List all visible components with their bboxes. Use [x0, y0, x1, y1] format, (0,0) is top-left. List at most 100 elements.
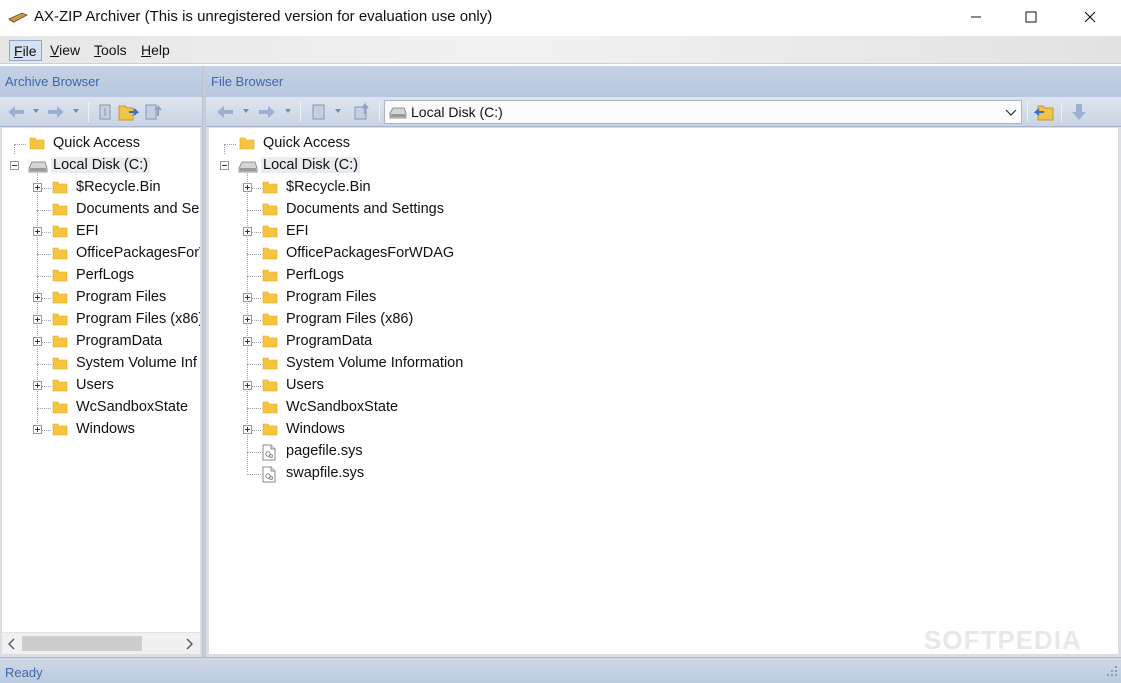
folder-icon	[52, 291, 68, 304]
tree-connector	[247, 474, 261, 475]
folder-icon	[52, 225, 68, 238]
tree-node-label: Program Files (x86)	[76, 311, 200, 327]
file-browser-header: File Browser	[206, 66, 1121, 97]
extract-to-folder-button[interactable]	[117, 101, 139, 123]
tree-node-label: Program Files	[76, 289, 167, 305]
expand-toggle[interactable]	[243, 425, 252, 434]
tree-node-label: EFI	[76, 223, 99, 239]
archive-app-icon	[8, 12, 28, 23]
tree-node-local-disk[interactable]: Local Disk (C:)	[2, 155, 162, 177]
scroll-right-icon[interactable]	[184, 638, 194, 650]
move-down-button[interactable]	[1068, 101, 1090, 123]
minimize-button[interactable]	[953, 0, 999, 34]
tree-connector	[14, 144, 26, 145]
menu-view-label: iew	[59, 42, 81, 58]
forward-button[interactable]	[256, 101, 278, 123]
scroll-left-icon[interactable]	[7, 638, 17, 650]
collapse-toggle[interactable]	[220, 161, 229, 170]
horizontal-scrollbar[interactable]	[2, 632, 200, 654]
folder-icon	[262, 423, 278, 436]
scrollbar-thumb[interactable]	[22, 636, 142, 651]
toolbar-separator	[88, 102, 89, 122]
folder-icon	[52, 269, 68, 282]
expand-toggle[interactable]	[33, 425, 42, 434]
back-button[interactable]	[214, 101, 236, 123]
drive-selector[interactable]: Local Disk (C:)	[384, 100, 1022, 124]
file-browser-toolbar: Local Disk (C:)	[206, 97, 1121, 127]
back-dropdown-icon[interactable]	[242, 107, 250, 115]
title-bar[interactable]: AX-ZIP Archiver (This is unregistered ve…	[0, 0, 1121, 36]
menu-tools[interactable]: Tools	[90, 40, 131, 61]
tree-node-label: Documents and Se	[76, 201, 200, 217]
tree-connector	[224, 144, 236, 145]
view-button[interactable]	[308, 101, 330, 123]
file-tree: Quick Access Local Disk (C:) $Recycle.Bi…	[209, 128, 1118, 654]
folder-icon	[52, 203, 68, 216]
archive-tree: Quick Access Local Disk (C:) $Recycle.Bi…	[2, 128, 200, 632]
tree-connector	[37, 276, 51, 277]
menu-view[interactable]: View	[46, 40, 84, 61]
menu-tools-label: ools	[101, 42, 127, 58]
tree-node-label: Quick Access	[53, 135, 141, 151]
menu-help[interactable]: Help	[137, 40, 174, 61]
system-file-icon	[262, 466, 276, 483]
window-title: AX-ZIP Archiver (This is unregistered ve…	[34, 8, 493, 25]
folder-icon	[262, 401, 278, 414]
expand-toggle[interactable]	[243, 183, 252, 192]
expand-toggle[interactable]	[243, 227, 252, 236]
tree-connector	[37, 210, 51, 211]
expand-toggle[interactable]	[33, 183, 42, 192]
arrow-down-icon	[1072, 104, 1086, 120]
menu-tools-mnemonic: T	[94, 42, 101, 58]
app-window: AX-ZIP Archiver (This is unregistered ve…	[0, 0, 1121, 683]
menu-help-label: elp	[151, 42, 170, 58]
tree-connector	[247, 210, 261, 211]
expand-toggle[interactable]	[33, 293, 42, 302]
forward-dropdown-icon[interactable]	[72, 107, 80, 115]
archive-up-button[interactable]	[95, 101, 117, 123]
expand-toggle[interactable]	[243, 337, 252, 346]
toolbar-separator	[379, 102, 380, 122]
tree-node-label: Users	[76, 377, 114, 393]
view-dropdown-icon[interactable]	[334, 107, 342, 115]
close-button[interactable]	[1067, 0, 1113, 34]
document-view-icon	[312, 104, 325, 120]
expand-toggle[interactable]	[33, 337, 42, 346]
expand-toggle[interactable]	[33, 381, 42, 390]
forward-dropdown-icon[interactable]	[284, 107, 292, 115]
up-folder-button[interactable]	[351, 101, 373, 123]
back-arrow-icon	[8, 106, 24, 118]
expand-toggle[interactable]	[33, 227, 42, 236]
tree-connector	[247, 276, 261, 277]
tree-node-label: Windows	[76, 421, 135, 437]
archive-browser-title: Archive Browser	[5, 74, 100, 89]
folder-icon	[262, 357, 278, 370]
folder-icon	[262, 313, 278, 326]
back-button[interactable]	[5, 101, 27, 123]
tree-connector	[247, 452, 261, 453]
collapse-toggle[interactable]	[10, 161, 19, 170]
close-icon	[1084, 11, 1096, 23]
expand-toggle[interactable]	[243, 315, 252, 324]
tree-node-label: PerfLogs	[76, 267, 135, 283]
tree-node-label: Documents and Settings	[286, 201, 444, 217]
chevron-down-icon	[1005, 109, 1017, 116]
back-arrow-icon	[217, 106, 233, 118]
expand-toggle[interactable]	[243, 381, 252, 390]
system-file-icon	[262, 444, 276, 461]
maximize-button[interactable]	[1008, 0, 1054, 34]
expand-toggle[interactable]	[243, 293, 252, 302]
toolbar-separator	[300, 102, 301, 122]
resize-grip-icon[interactable]	[1105, 664, 1119, 678]
menu-help-mnemonic: H	[141, 42, 152, 58]
forward-button[interactable]	[45, 101, 67, 123]
back-dropdown-icon[interactable]	[32, 107, 40, 115]
expand-toggle[interactable]	[33, 315, 42, 324]
hard-drive-icon	[238, 161, 258, 173]
folder-icon	[262, 247, 278, 260]
tree-node-local-disk[interactable]: Local Disk (C:)	[212, 155, 372, 177]
archive-refresh-button[interactable]	[143, 101, 165, 123]
folder-icon	[239, 137, 255, 150]
menu-file[interactable]: File	[9, 40, 42, 61]
add-to-archive-button[interactable]	[1033, 101, 1055, 123]
